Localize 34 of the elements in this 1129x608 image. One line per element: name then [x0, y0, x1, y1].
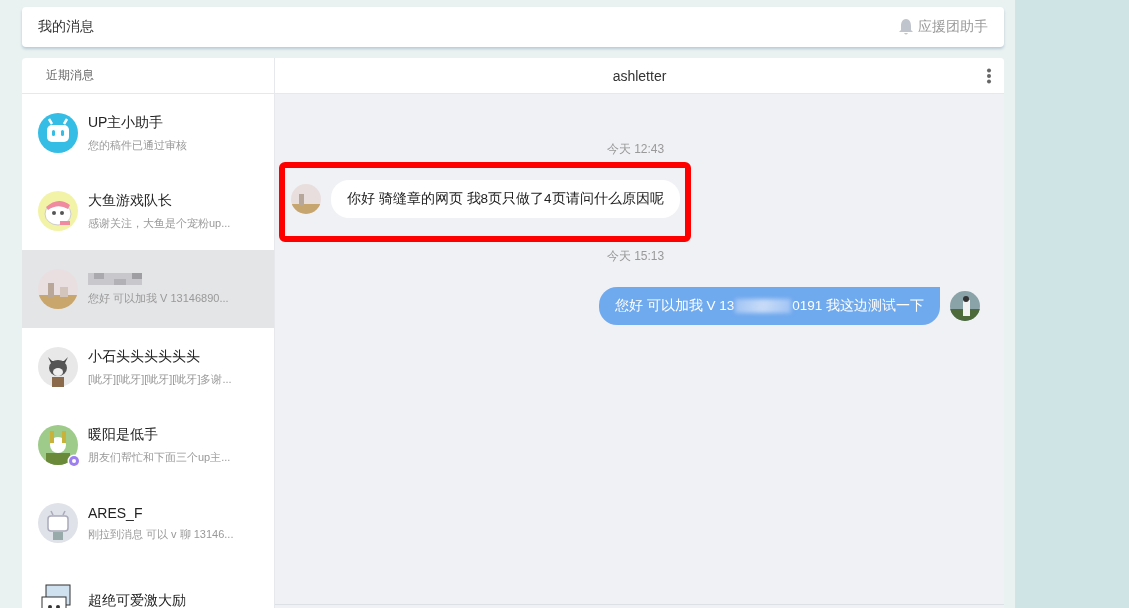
timestamp: 今天 12:43	[606, 141, 665, 158]
contact-name: 小石头头头头头头	[88, 347, 201, 366]
cartoon-avatar-icon	[38, 191, 78, 231]
contact-name: 暖阳是低手	[88, 425, 159, 444]
conversation-item[interactable]: 小石头头头头头头 [呲牙][呲牙][呲牙][呲牙]多谢...	[22, 328, 274, 406]
robot-avatar-icon	[38, 113, 78, 153]
user-avatar	[950, 291, 980, 321]
contact-name: ARES_F	[88, 504, 144, 521]
contact-name: 超绝可爱激大励	[88, 592, 187, 608]
message-text: 0191 我这边测试一下	[792, 297, 924, 315]
timestamp: 今天 15:13	[606, 248, 665, 265]
message-text: 您好 可以加我 V 13	[614, 297, 735, 315]
conversation-item[interactable]: 超绝可爱激大励	[22, 562, 274, 608]
more-icon[interactable]	[986, 68, 992, 84]
chat-title: ashletter	[612, 67, 667, 84]
conversation-item[interactable]: 大鱼游戏队长 感谢关注，大鱼是个宠粉up...	[22, 172, 274, 250]
message-bubble: 你好 骑缝章的网页 我8页只做了4页请问什么原因呢	[331, 180, 680, 218]
page-title: 我的消息	[38, 18, 94, 36]
character-avatar-icon	[38, 425, 78, 465]
bell-icon	[898, 18, 914, 36]
animal-avatar-icon	[38, 347, 78, 387]
conversation-item[interactable]: UP主小助手 您的稿件已通过审核	[22, 94, 274, 172]
contact-avatar	[291, 184, 321, 214]
message-preview: 您的稿件已通过审核	[88, 137, 188, 153]
message-preview: 感谢关注，大鱼是个宠粉up...	[88, 215, 232, 231]
message-preview: [呲牙][呲牙][呲牙][呲牙]多谢...	[88, 371, 233, 387]
sidebar-title: 近期消息	[22, 58, 274, 94]
conversation-item[interactable]: ARES_F 刚拉到消息 可以 v 聊 13146...	[22, 484, 274, 562]
contact-name: UP主小助手	[88, 113, 165, 132]
contact-name: 大鱼游戏队长	[88, 191, 173, 210]
tv-avatar-icon	[38, 503, 78, 543]
message-preview: 您好 可以加我 V 13146890...	[88, 290, 230, 306]
message-preview: 刚拉到消息 可以 v 聊 13146...	[88, 526, 235, 542]
photo-avatar-icon	[38, 269, 78, 309]
